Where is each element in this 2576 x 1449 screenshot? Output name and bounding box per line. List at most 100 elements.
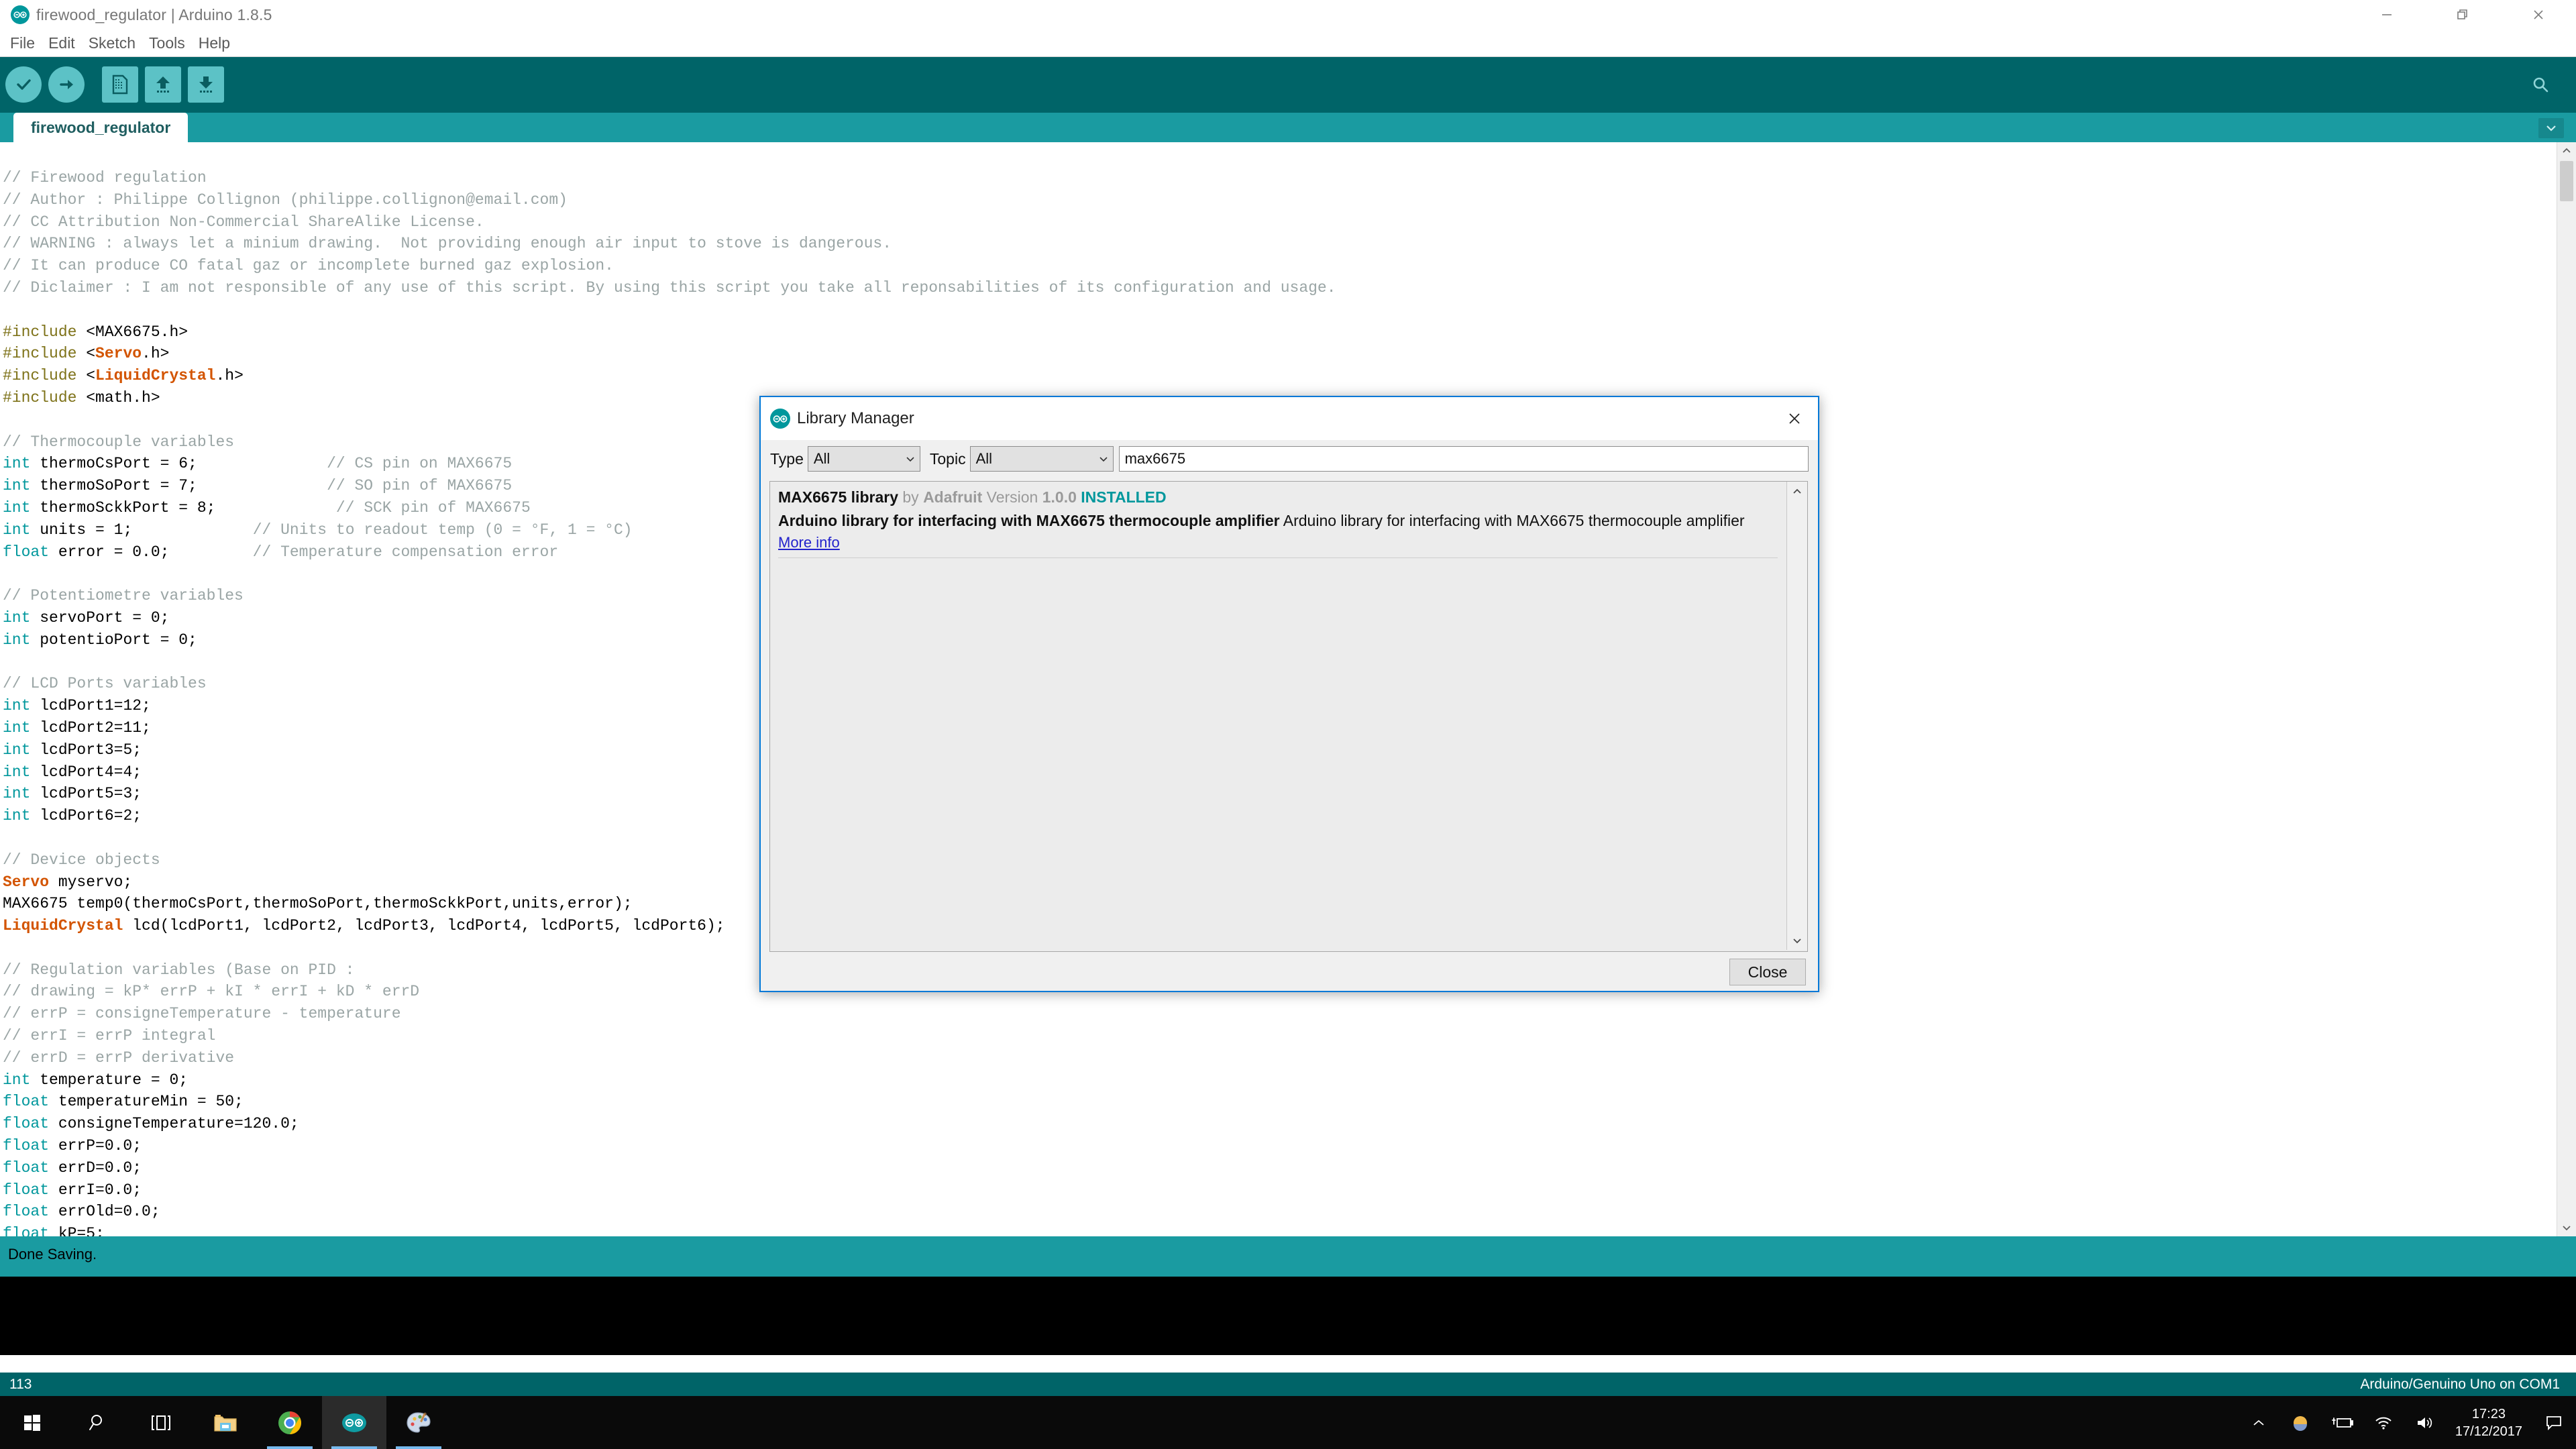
search-icon[interactable] [64, 1396, 129, 1449]
results-scrollbar[interactable] [1786, 482, 1807, 950]
menu-help[interactable]: Help [193, 34, 236, 52]
open-button[interactable] [145, 66, 181, 103]
code-token: consigneTemperature=120.0; [49, 1115, 299, 1133]
tab-firewood-regulator[interactable]: firewood_regulator [13, 113, 189, 142]
code-token: // CS pin on MAX6675 [327, 455, 513, 473]
speaker-icon[interactable] [2404, 1396, 2446, 1449]
arduino-ide-window: firewood_regulator | Arduino 1.8.5 File … [0, 0, 2576, 1396]
code-token: float [3, 543, 50, 561]
code-token: float [3, 1159, 50, 1177]
topic-select[interactable]: All [969, 446, 1114, 472]
code-token: servoPort = 0; [30, 608, 170, 627]
dialog-titlebar: Library Manager [761, 397, 1818, 440]
chevron-down-icon [1094, 456, 1113, 462]
code-token: #include [3, 388, 77, 407]
scrollbar-thumb[interactable] [2560, 161, 2573, 201]
running-indicator [396, 1446, 441, 1449]
code-token: // Author : Philippe Collignon (philippe… [3, 191, 568, 209]
arduino-logo-icon [770, 409, 790, 429]
window-controls [2349, 0, 2576, 30]
paint-palette-icon[interactable] [386, 1396, 451, 1449]
close-icon[interactable] [2500, 0, 2576, 30]
chevron-up-icon[interactable] [2238, 1396, 2279, 1449]
verify-button[interactable] [5, 66, 42, 103]
restore-icon[interactable] [2424, 0, 2500, 30]
code-token: potentioPort = 0; [30, 631, 197, 649]
save-button[interactable] [188, 66, 224, 103]
weather-icon[interactable] [2279, 1396, 2321, 1449]
dialog-title: Library Manager [797, 409, 914, 427]
clock-time: 17:23 [2471, 1406, 2506, 1421]
menu-file[interactable]: File [4, 34, 41, 52]
scroll-down-icon[interactable] [2557, 1219, 2576, 1236]
library-description-row: Arduino library for interfacing with MAX… [778, 512, 1778, 530]
task-view-icon[interactable] [129, 1396, 193, 1449]
code-token: // drawing = kP* errP + kI * errI + kD *… [3, 983, 420, 1001]
code-token: temperature = 0; [30, 1071, 189, 1089]
code-token: float [3, 1181, 50, 1199]
topic-select-value: All [975, 450, 993, 467]
status-bar: 113 Arduino/Genuino Uno on COM1 [0, 1373, 2576, 1396]
library-results-list[interactable]: MAX6675 library by Adafruit Version 1.0.… [769, 481, 1808, 952]
menu-tools[interactable]: Tools [143, 34, 191, 52]
new-button[interactable] [102, 66, 138, 103]
scroll-up-icon[interactable] [2557, 142, 2576, 160]
scroll-down-icon[interactable] [1787, 931, 1807, 950]
code-token: int [3, 498, 31, 517]
windows-taskbar: 17:23 17/12/2017 [0, 1396, 2576, 1449]
code-token: int [3, 763, 31, 781]
system-tray: 17:23 17/12/2017 [2238, 1396, 2576, 1449]
library-search-input[interactable]: max6675 [1118, 446, 1809, 472]
code-token: // SO pin of MAX6675 [327, 477, 513, 495]
notification-icon[interactable] [2532, 1396, 2576, 1449]
code-token: // Firewood regulation [3, 169, 207, 186]
library-result-item[interactable]: MAX6675 library by Adafruit Version 1.0.… [770, 482, 1786, 561]
chevron-down-icon[interactable] [2538, 118, 2564, 138]
tab-label: firewood_regulator [31, 118, 171, 136]
code-token: int [3, 521, 31, 539]
window-titlebar: firewood_regulator | Arduino 1.8.5 [0, 0, 2576, 30]
code-token: int [3, 631, 31, 649]
type-select[interactable]: All [807, 446, 920, 472]
taskbar-clock[interactable]: 17:23 17/12/2017 [2446, 1405, 2532, 1440]
close-button[interactable]: Close [1729, 959, 1806, 985]
code-token: float [3, 1093, 50, 1111]
dialog-close-icon[interactable] [1771, 397, 1818, 440]
minimize-icon[interactable] [2349, 0, 2424, 30]
serial-monitor-icon[interactable] [2525, 69, 2556, 100]
list-divider [778, 557, 1778, 558]
upload-button[interactable] [48, 66, 85, 103]
folder-icon[interactable] [193, 1396, 258, 1449]
code-token: .h> [215, 367, 244, 385]
console-output[interactable] [0, 1277, 2576, 1355]
start-button[interactable] [0, 1396, 64, 1449]
battery-charging-icon[interactable] [2321, 1396, 2363, 1449]
code-token: int [3, 785, 31, 803]
scroll-up-icon[interactable] [1787, 482, 1807, 500]
code-token: <MAX6675.h> [76, 323, 189, 341]
code-token: // Thermocouple variables [3, 433, 235, 451]
code-token: int [3, 477, 31, 495]
wifi-icon[interactable] [2363, 1396, 2404, 1449]
code-token: <math.h> [76, 388, 160, 407]
by-label: by [902, 488, 919, 506]
code-token: // errD = errP derivative [3, 1049, 235, 1067]
more-info-link[interactable]: More info [778, 534, 840, 551]
code-token: // errP = consigneTemperature - temperat… [3, 1005, 401, 1023]
library-meta: MAX6675 library by Adafruit Version 1.0.… [778, 488, 1778, 506]
chrome-icon[interactable] [258, 1396, 322, 1449]
menu-edit[interactable]: Edit [42, 34, 81, 52]
code-token: LiquidCrystal [95, 367, 216, 385]
arduino-icon[interactable] [322, 1396, 386, 1449]
code-token: // Units to readout temp (0 = °F, 1 = °C… [252, 521, 633, 539]
code-token: errI=0.0; [49, 1181, 142, 1199]
code-token: // WARNING : always let a minium drawing… [3, 235, 892, 253]
type-select-value: All [813, 450, 830, 467]
arduino-logo-icon [11, 5, 30, 24]
version-label: Version [986, 488, 1038, 506]
code-token: // CC Attribution Non-Commercial ShareAl… [3, 213, 484, 231]
code-token: error = 0.0; [49, 543, 253, 561]
editor-scrollbar[interactable] [2557, 142, 2576, 1236]
menu-sketch[interactable]: Sketch [83, 34, 142, 52]
code-token: int [3, 455, 31, 473]
